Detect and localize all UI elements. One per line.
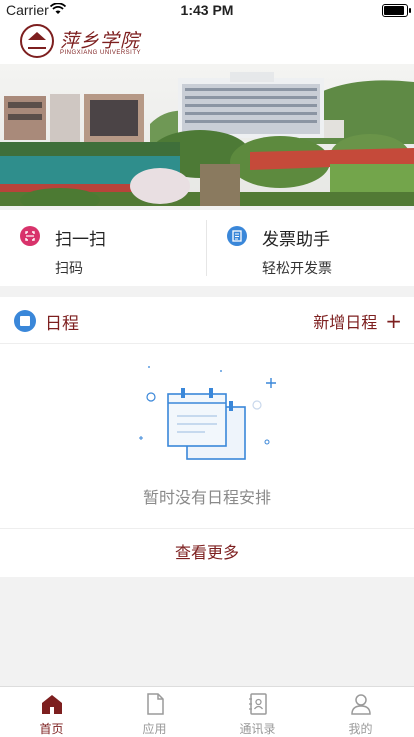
scan-subtitle: 扫码 <box>55 261 83 277</box>
school-name: 萍乡学院 <box>60 30 141 52</box>
schedule-title: 日程 <box>45 314 79 334</box>
empty-notes-icon <box>135 362 280 472</box>
tab-profile[interactable]: 我的 <box>309 687 412 737</box>
schedule-header: 日程 新增日程 + <box>0 297 414 344</box>
scan-icon <box>20 226 40 246</box>
tab-profile-label: 我的 <box>348 722 373 736</box>
add-schedule-button[interactable]: 新增日程 + <box>313 309 402 333</box>
calendar-icon <box>14 310 36 332</box>
add-schedule-label: 新增日程 <box>313 313 378 332</box>
invoice-icon <box>227 226 247 246</box>
invoice-action[interactable]: 发票助手 轻松开发票 <box>207 210 413 286</box>
schedule-card: 日程 新增日程 + 暂时没有日程安排 查看更多 <box>0 297 414 577</box>
tab-bar: 首页 应用 通讯录 我的 <box>0 686 414 737</box>
tab-apps-label: 应用 <box>142 722 167 736</box>
view-more-button[interactable]: 查看更多 <box>0 528 414 578</box>
apps-icon <box>143 692 167 716</box>
tab-home-label: 首页 <box>39 722 64 736</box>
profile-icon <box>349 692 373 716</box>
clock: 1:43 PM <box>180 2 234 18</box>
battery-icon <box>382 4 411 17</box>
tab-contacts[interactable]: 通讯录 <box>206 687 309 737</box>
scan-action[interactable]: 扫一扫 扫码 <box>0 210 206 286</box>
empty-schedule-text: 暂时没有日程安排 <box>142 488 271 507</box>
school-logo <box>20 24 54 58</box>
plus-icon: + <box>385 309 402 333</box>
tab-apps[interactable]: 应用 <box>103 687 206 737</box>
quick-actions: 扫一扫 扫码 发票助手 轻松开发票 <box>0 210 414 286</box>
tab-home[interactable]: 首页 <box>0 687 103 737</box>
status-bar: Carrier 1:43 PM <box>0 0 414 20</box>
contacts-icon <box>246 692 270 716</box>
home-icon <box>40 692 64 716</box>
school-name-en: PINGXIANG UNIVERSITY <box>60 50 142 56</box>
invoice-subtitle: 轻松开发票 <box>262 261 332 277</box>
header-bar: 萍乡学院 PINGXIANG UNIVERSITY <box>0 20 414 64</box>
scan-title: 扫一扫 <box>55 230 106 250</box>
tab-contacts-label: 通讯录 <box>239 722 276 736</box>
invoice-title: 发票助手 <box>262 230 330 250</box>
campus-banner[interactable] <box>0 64 414 206</box>
